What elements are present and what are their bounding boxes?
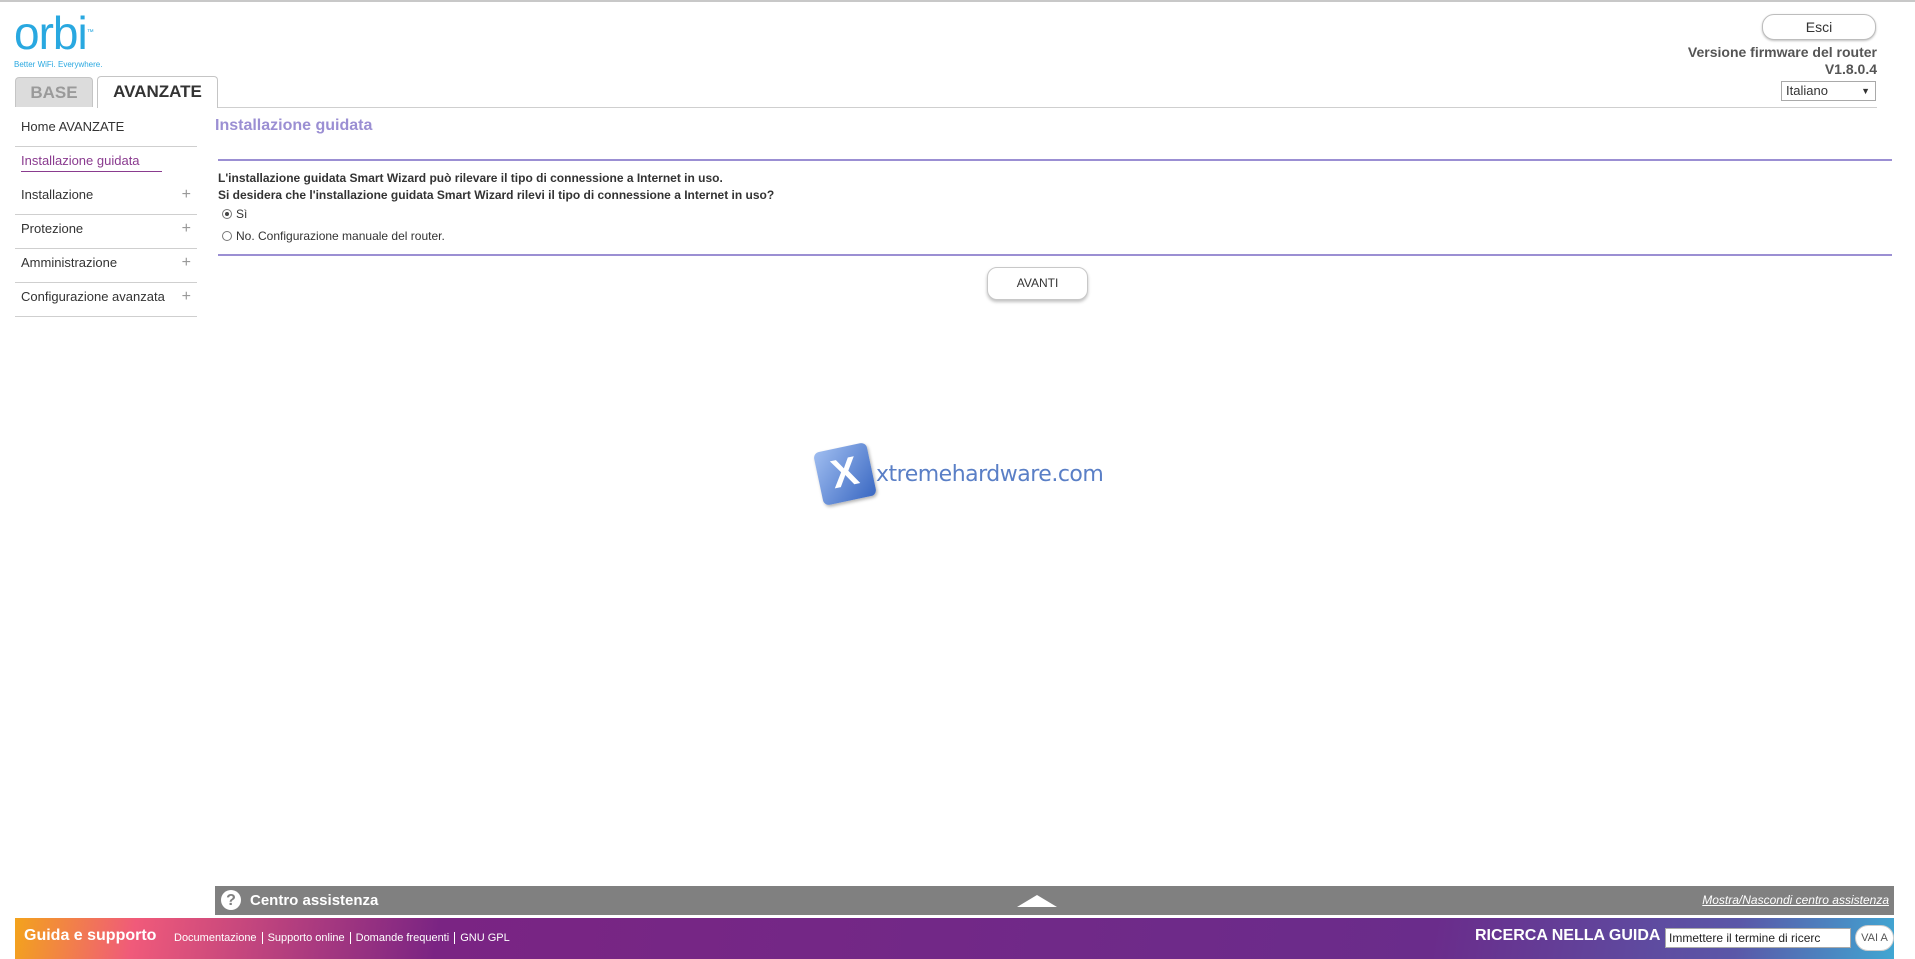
watermark-x-icon: X <box>812 441 878 507</box>
watermark-text: xtremehardware.com <box>876 461 1104 487</box>
search-go-button[interactable]: VAI A <box>1855 925 1894 951</box>
footer-link-gnu-gpl[interactable]: GNU GPL <box>455 932 515 944</box>
tab-avanzate[interactable]: AVANZATE <box>97 76 218 108</box>
chevron-down-icon: ▼ <box>1861 86 1870 96</box>
plus-icon[interactable]: + <box>182 249 191 277</box>
sidebar-item-label: Home AVANZATE <box>21 119 125 134</box>
sidebar-item-amministrazione[interactable]: Amministrazione + <box>15 249 197 283</box>
help-center-toggle-link[interactable]: Mostra/Nascondi centro assistenza <box>1702 893 1889 907</box>
firmware-label: Versione firmware del router <box>1687 44 1877 60</box>
section-divider-bottom <box>218 254 1892 256</box>
sidebar-item-installazione[interactable]: Installazione + <box>15 181 197 215</box>
language-selected: Italiano <box>1786 83 1828 98</box>
chevron-up-icon[interactable] <box>1017 895 1057 907</box>
help-icon: ? <box>221 890 241 910</box>
wizard-description: L'installazione guidata Smart Wizard può… <box>218 171 723 185</box>
plus-icon[interactable]: + <box>182 181 191 209</box>
sidebar-item-installazione-guidata[interactable]: Installazione guidata <box>15 147 197 181</box>
firmware-info: Versione firmware del router V1.8.0.4 <box>1688 44 1877 78</box>
footer-link-domande-frequenti[interactable]: Domande frequenti <box>351 932 456 944</box>
option-no[interactable]: No. Configurazione manuale del router. <box>222 229 445 243</box>
footer-link-supporto-online[interactable]: Supporto online <box>263 932 351 944</box>
help-center-title: Centro assistenza <box>250 892 379 909</box>
logo-tm: ™ <box>86 29 94 36</box>
sidebar-item-label: Protezione <box>21 221 84 236</box>
footer-link-documentazione[interactable]: Documentazione <box>169 932 263 944</box>
footer-links: Documentazione Supporto online Domande f… <box>169 932 515 944</box>
sidebar-item-protezione[interactable]: Protezione + <box>15 215 197 249</box>
sidebar-item-label: Installazione <box>21 187 94 202</box>
top-border <box>0 0 1915 2</box>
tab-base[interactable]: BASE <box>15 77 93 107</box>
footer: Guida e supporto Documentazione Supporto… <box>15 918 1894 959</box>
logo-tagline: Better WiFi. Everywhere. <box>14 60 103 69</box>
help-center-bar: ? Centro assistenza Mostra/Nascondi cent… <box>215 886 1894 915</box>
option-no-label: No. Configurazione manuale del router. <box>236 229 445 243</box>
wizard-question: Si desidera che l'installazione guidata … <box>218 188 775 202</box>
search-label: RICERCA NELLA GUIDA <box>1475 927 1661 944</box>
plus-icon[interactable]: + <box>182 283 191 311</box>
radio-no[interactable] <box>222 231 232 241</box>
help-search-input[interactable] <box>1665 928 1851 948</box>
language-select[interactable]: Italiano ▼ <box>1781 81 1876 101</box>
radio-yes[interactable] <box>222 209 232 219</box>
tab-divider <box>218 107 1877 108</box>
page-title: Installazione guidata <box>215 117 373 134</box>
logout-button[interactable]: Esci <box>1762 14 1876 40</box>
plus-icon[interactable]: + <box>182 215 191 243</box>
orbi-logo: orbi™ Better WiFi. Everywhere. <box>14 10 102 69</box>
firmware-version: V1.8.0.4 <box>1824 61 1877 77</box>
next-button[interactable]: AVANTI <box>987 267 1088 300</box>
watermark: X xtremehardware.com <box>812 441 1104 507</box>
sidebar-item-label: Configurazione avanzata <box>21 289 165 304</box>
sidebar-item-label: Installazione guidata <box>21 151 162 172</box>
option-yes-label: Sì <box>236 207 248 221</box>
sidebar-item-label: Amministrazione <box>21 255 118 270</box>
sidebar-item-configurazione-avanzata[interactable]: Configurazione avanzata + <box>15 283 197 317</box>
sidebar-item-home-avanzate[interactable]: Home AVANZATE <box>15 113 197 147</box>
sidebar: Home AVANZATE Installazione guidata Inst… <box>15 113 197 317</box>
section-divider-top <box>218 159 1892 161</box>
footer-title: Guida e supporto <box>24 927 157 944</box>
logo-text: orbi <box>14 7 88 59</box>
option-yes[interactable]: Sì <box>222 207 247 221</box>
